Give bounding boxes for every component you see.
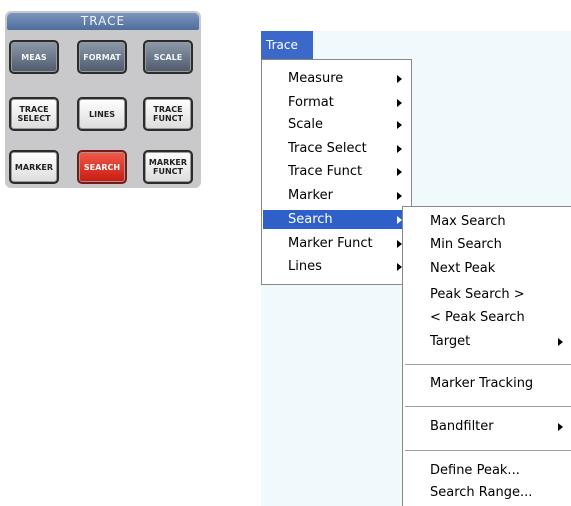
menu-item-measure[interactable]: Measure [263,69,410,88]
menu-item-marker-funct[interactable]: Marker Funct [263,234,410,253]
menu-item-marker[interactable]: Marker [263,186,410,205]
menu-separator [405,406,571,408]
submenu-arrow-icon [558,338,563,346]
submenu-item-bandfilter[interactable]: Bandfilter [404,416,571,438]
submenu-item-target[interactable]: Target [404,331,571,353]
search-submenu: Max Search Min Search Next Peak Peak Sea… [402,206,571,506]
menubar-trace[interactable]: Trace [261,31,313,59]
marker-key[interactable]: MARKER [9,150,59,184]
menu-item-lines[interactable]: Lines [263,257,410,276]
menu-item-format[interactable]: Format [263,93,410,112]
submenu-item-peak-search-left[interactable]: < Peak Search [404,307,571,329]
submenu-item-next-peak[interactable]: Next Peak [404,258,571,280]
submenu-arrow-icon [397,121,402,129]
submenu-item-search-range[interactable]: Search Range... [404,482,571,504]
submenu-arrow-icon [397,145,402,153]
format-key[interactable]: FORMAT [77,40,127,74]
trace-select-key[interactable]: TRACE SELECT [9,97,59,131]
submenu-item-max-search[interactable]: Max Search [404,211,571,233]
submenu-arrow-icon [397,168,402,176]
menu-separator [405,450,571,452]
submenu-item-peak-search-right[interactable]: Peak Search > [404,284,571,306]
menu-item-trace-funct[interactable]: Trace Funct [263,162,410,181]
menu-item-trace-select[interactable]: Trace Select [263,139,410,158]
menu-item-search[interactable]: Search [263,210,410,229]
panel-title: TRACE [7,13,199,30]
trace-funct-key[interactable]: TRACE FUNCT [143,97,193,131]
search-key[interactable]: SEARCH [77,150,127,184]
submenu-arrow-icon [397,99,402,107]
submenu-item-define-peak[interactable]: Define Peak... [404,460,571,482]
menu-item-scale[interactable]: Scale [263,115,410,134]
submenu-arrow-icon [558,423,563,431]
meas-key[interactable]: MEAS [9,40,59,74]
lines-key[interactable]: LINES [77,97,127,131]
submenu-arrow-icon [397,75,402,83]
trace-hardkey-panel: TRACE MEAS FORMAT SCALE TRACE SELECT LIN… [5,11,201,188]
menu-separator [405,364,571,366]
submenu-item-min-search[interactable]: Min Search [404,234,571,256]
marker-funct-key[interactable]: MARKER FUNCT [143,150,193,184]
scale-key[interactable]: SCALE [143,40,193,74]
submenu-arrow-icon [397,192,402,200]
trace-menu: Measure Format Scale Trace Select Trace … [261,59,412,285]
submenu-item-marker-tracking[interactable]: Marker Tracking [404,373,571,395]
